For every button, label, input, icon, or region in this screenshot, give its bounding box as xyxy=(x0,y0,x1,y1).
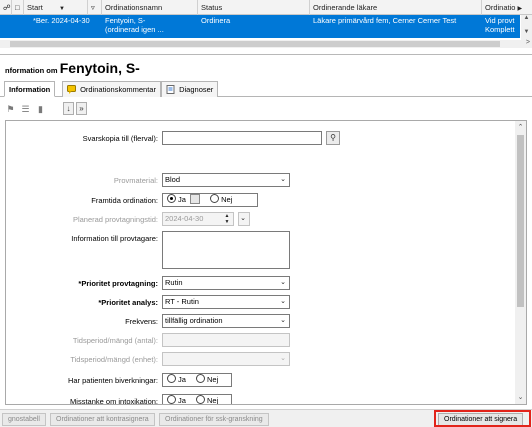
provmaterial-select[interactable]: Blod ⌄ xyxy=(162,173,290,187)
tab-information[interactable]: Information xyxy=(4,81,56,97)
planerad-label: Planerad provtagningstid: xyxy=(72,215,158,224)
biverkningar-label: Har patienten biverkningar: xyxy=(67,376,158,385)
prio-provtagning-label: *Prioritet provtagning: xyxy=(78,279,158,288)
double-chevron-down-icon: » xyxy=(79,104,84,113)
tidsperiod-enhet-label: Tidsperiod/mängd (enhet): xyxy=(70,355,158,364)
misstanke-nej-radio[interactable] xyxy=(196,395,206,404)
row-extra: Vid provt Komplett xyxy=(485,16,515,34)
scroll-down-icon[interactable]: ⌄ xyxy=(515,392,526,403)
column-start[interactable]: Start ▼ xyxy=(24,0,88,15)
column-ordinationsnamn[interactable]: Ordinationsnamn xyxy=(102,0,198,15)
scroll-up-icon[interactable]: ⌃ xyxy=(515,122,526,133)
svarskopia-input[interactable] xyxy=(162,131,322,145)
diagnostabell-button[interactable]: gnostabell xyxy=(2,413,46,426)
collapse-button[interactable]: » xyxy=(76,102,87,115)
chevron-down-icon: ⌄ xyxy=(280,355,286,362)
scroll-thumb[interactable] xyxy=(517,135,524,307)
filter-column[interactable]: ▿ xyxy=(88,0,102,15)
tidsperiod-enhet-select[interactable]: ⌄ xyxy=(162,352,290,366)
diagnosis-document-icon xyxy=(166,84,175,94)
calendar-icon[interactable] xyxy=(190,194,201,204)
chart-icon[interactable]: ▮ xyxy=(35,104,46,114)
prio-analys-select[interactable]: RT - Rutin ⌄ xyxy=(162,295,290,309)
misstanke-label: Misstanke om intoxikation: xyxy=(70,397,158,405)
row-doctor: Läkare primärvård fem, Cerner Cerner Tes… xyxy=(313,16,457,25)
table-row[interactable]: *Ber. 2024-04-30 Fentyoin, S- (ordinerad… xyxy=(0,15,520,38)
info-provtagare-textarea[interactable] xyxy=(162,231,290,269)
chevron-down-icon: ⌄ xyxy=(280,279,286,286)
sort-down-icon: ▼ xyxy=(58,6,65,12)
row-name: Fentyoin, S- (ordinerad igen ... xyxy=(105,16,164,34)
row-start: *Ber. 2024-04-30 xyxy=(33,16,90,25)
framtida-ja-radio[interactable] xyxy=(167,194,176,203)
biverkningar-nej-radio[interactable] xyxy=(196,374,206,383)
row-status: Ordinera xyxy=(201,16,231,25)
document-icon: □ xyxy=(15,3,20,12)
kontrasignera-button[interactable]: Ordinationer att kontrasignera xyxy=(50,413,155,426)
chevron-down-icon: ⌄ xyxy=(280,298,286,305)
orders-grid: ☍ □ Start ▼ ▿ Ordinationsnamn Status Ord… xyxy=(0,0,532,55)
search-icon: ⚲ xyxy=(330,133,336,142)
planerad-date-input[interactable]: 2024-04-30 ▲ ▼ xyxy=(162,212,234,226)
spinner-icon[interactable]: ▲ ▼ xyxy=(221,213,233,225)
down-arrow-button[interactable]: ↓ xyxy=(63,102,74,115)
biverkningar-ja-radio[interactable] xyxy=(167,374,176,383)
ssk-granskning-button[interactable]: Ordinationer för ssk-granskning xyxy=(159,413,269,426)
tidsperiod-antal-input[interactable] xyxy=(162,333,290,347)
grid-header: ☍ □ Start ▼ ▿ Ordinationsnamn Status Ord… xyxy=(0,0,532,15)
column-status[interactable]: Status xyxy=(198,0,310,15)
chevron-down-icon: ⌄ xyxy=(240,215,246,222)
framtida-label: Framtida ordination: xyxy=(91,196,158,205)
grid-horizontal-scrollbar[interactable]: > xyxy=(0,39,532,48)
grid-icon-cell-2[interactable]: □ xyxy=(12,0,24,15)
provmaterial-label: Provmaterial: xyxy=(113,176,158,185)
grid-icon-cell[interactable]: ☍ xyxy=(0,0,12,15)
flag-icon[interactable]: ⚑ xyxy=(5,104,16,114)
column-ordinerande-lakare[interactable]: Ordinerande läkare xyxy=(310,0,482,15)
link-icon: ☍ xyxy=(3,3,11,12)
info-provtagare-label: Information till provtagare: xyxy=(71,234,158,243)
chevron-right-icon: ▶ xyxy=(517,6,523,12)
tab-ordinationskommentar[interactable]: Ordinationskommentar xyxy=(62,81,161,97)
list-icon[interactable]: ☰ xyxy=(20,104,31,114)
column-ordinatio[interactable]: Ordinatio ▶ xyxy=(482,0,532,15)
search-button[interactable]: ⚲ xyxy=(326,131,340,145)
scroll-thumb[interactable] xyxy=(10,41,500,47)
section-title: nformation om Fenytoin, S- xyxy=(5,60,140,76)
prio-analys-label: *Prioritet analys: xyxy=(98,298,158,307)
biverkningar-radio-group: Ja Nej xyxy=(162,373,232,387)
form-toolbar: ⚑ ☰ ▮ ↓ » xyxy=(0,100,532,118)
misstanke-ja-radio[interactable] xyxy=(167,395,176,404)
planerad-dropdown-button[interactable]: ⌄ xyxy=(238,212,250,226)
chevron-down-icon: ⌄ xyxy=(280,317,286,324)
scroll-up-icon[interactable]: ▲ xyxy=(521,15,532,24)
misstanke-radio-group: Ja Nej xyxy=(162,394,232,404)
patient-name: Fenytoin, S- xyxy=(59,60,140,76)
filter-icon: ▿ xyxy=(91,3,95,12)
tidsperiod-antal-label: Tidsperiod/mängd (antal): xyxy=(72,336,158,345)
form-vertical-scrollbar[interactable]: ⌃ ⌄ xyxy=(515,121,526,404)
framtida-nej-radio[interactable] xyxy=(210,194,220,203)
scroll-down-icon[interactable]: ▼ xyxy=(521,29,532,38)
tab-diagnoser[interactable]: Diagnoser xyxy=(161,81,219,97)
arrow-down-icon: ↓ xyxy=(66,104,71,113)
highlight-box xyxy=(434,410,531,427)
order-form-panel: Svarskopia till (flerval): ⚲ Provmateria… xyxy=(5,120,527,405)
framtida-radio-group: Ja Nej xyxy=(162,193,258,207)
comment-icon xyxy=(67,84,76,94)
prio-provtagning-select[interactable]: Rutin ⌄ xyxy=(162,276,290,290)
chevron-down-icon: ⌄ xyxy=(280,176,286,183)
svarskopia-label: Svarskopia till (flerval): xyxy=(82,134,158,143)
frekvens-label: Frekvens: xyxy=(125,317,158,326)
tab-bar: Information Ordinationskommentar Diagnos… xyxy=(0,81,532,97)
frekvens-select[interactable]: tillfällig ordination ⌄ xyxy=(162,314,290,328)
scroll-right-icon[interactable]: > xyxy=(526,39,530,46)
